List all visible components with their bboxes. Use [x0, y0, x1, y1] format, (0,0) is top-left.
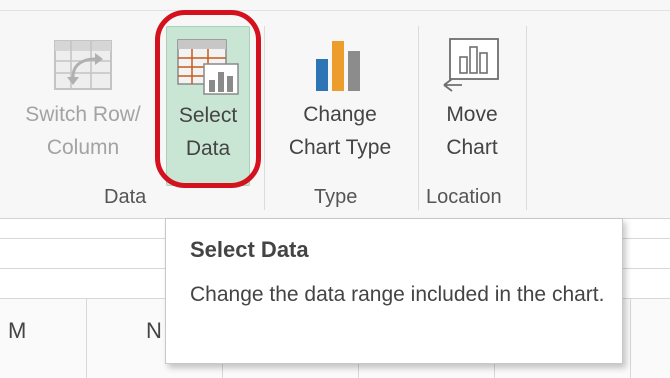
select-data-label-line1: Select: [178, 104, 238, 127]
column-header-n[interactable]: N: [146, 318, 162, 344]
group-separator: [526, 26, 527, 210]
grid-line: [86, 298, 87, 378]
group-separator: [418, 26, 419, 210]
move-chart-label-line2: Chart: [446, 136, 498, 159]
move-chart-button[interactable]: Move Chart: [426, 26, 518, 186]
column-header-m[interactable]: M: [8, 318, 26, 344]
tooltip-description: Change the data range included in the ch…: [190, 283, 605, 306]
change-chart-type-label-line2: Chart Type: [288, 136, 392, 159]
change-chart-type-button[interactable]: Change Chart Type: [270, 26, 410, 186]
select-data-icon: [175, 33, 241, 99]
tooltip-title: Select Data: [190, 237, 309, 262]
group-label-location: Location: [426, 186, 502, 208]
ribbon-top-divider: [0, 10, 670, 11]
change-chart-type-label-line1: Change: [303, 103, 377, 126]
grid-line: [630, 298, 631, 378]
group-label-data: Data: [104, 186, 147, 208]
select-data-button[interactable]: Select Data: [166, 26, 250, 186]
switch-row-column-label-line2: Column: [46, 136, 120, 159]
move-chart-icon: [439, 32, 505, 98]
select-data-label-line2: Data: [185, 137, 231, 160]
select-data-tooltip: Select Data Change the data range includ…: [165, 218, 623, 364]
switch-row-column-label-line1: Switch Row/: [25, 103, 141, 126]
group-separator: [264, 26, 265, 210]
switch-row-column-icon: [50, 32, 116, 98]
group-label-type: Type: [314, 186, 358, 208]
change-chart-type-icon: [307, 32, 373, 98]
chart-tools-ribbon: Switch Row/ Column Select Data Change Ch…: [0, 0, 670, 219]
switch-row-column-button[interactable]: Switch Row/ Column: [8, 26, 158, 186]
move-chart-label-line1: Move: [446, 103, 498, 126]
